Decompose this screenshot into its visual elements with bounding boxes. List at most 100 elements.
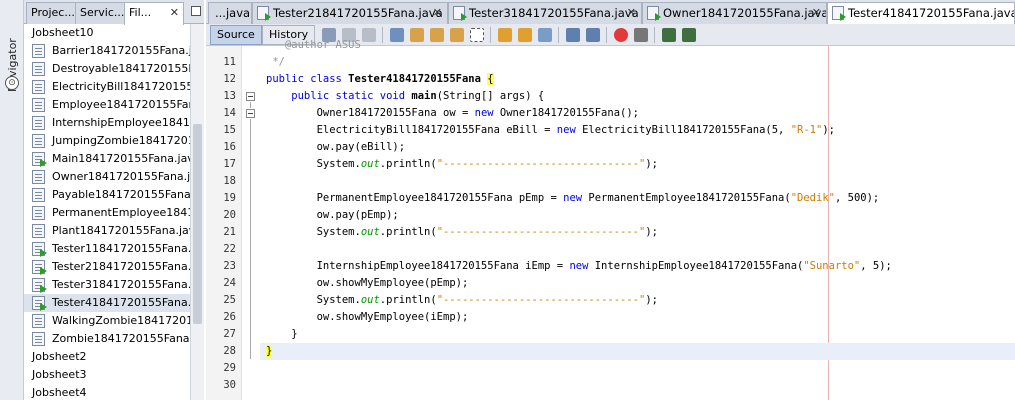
code-line: System.out.println("--------------------…	[266, 224, 658, 241]
code-keyword: new	[569, 260, 589, 272]
code-string: "Sunarto"	[803, 260, 861, 272]
code-text: ElectricityBill1841720155Fana(5,	[575, 124, 791, 136]
tree-item-label: JumpingZombie1841720155Fana.java	[52, 134, 190, 147]
find-next-icon[interactable]	[430, 28, 444, 42]
tree-item-jobsheet4[interactable]: Jobsheet4	[24, 384, 190, 400]
tree-item-jobsheet2[interactable]: Jobsheet2	[24, 348, 190, 366]
code-static-field: out	[360, 158, 380, 170]
code-text: System.	[266, 294, 361, 306]
tree-item-jobsheet3[interactable]: Jobsheet3	[24, 366, 190, 384]
code-text: );	[822, 124, 835, 136]
tree-scrollbar[interactable]	[190, 24, 204, 400]
forward-icon[interactable]	[362, 28, 376, 42]
find-icon[interactable]	[390, 28, 404, 42]
line-number: 24	[223, 277, 236, 289]
code-keyword: new	[563, 192, 583, 204]
current-line-highlight	[260, 343, 1015, 360]
tree-item-file[interactable]: Employee1841720155Fana.java	[24, 96, 190, 114]
tree-item-label: Plant1841720155Fana.java	[52, 224, 190, 237]
shift-right-icon[interactable]	[586, 28, 600, 42]
code-line: InternshipEmployee1841720155Fana iEmp = …	[266, 258, 892, 275]
code-text: .println(	[379, 158, 437, 170]
code-text: .println(	[379, 294, 437, 306]
tree-item-file[interactable]: Plant1841720155Fana.java	[24, 222, 190, 240]
code-text: Owner1841720155Fana ow =	[266, 107, 475, 119]
find-previous-icon[interactable]	[410, 28, 424, 42]
editor-tab-overflow[interactable]: ...java	[208, 2, 252, 24]
tree-item-label: Barrier1841720155Fana.java	[52, 44, 190, 57]
line-number: 13	[223, 90, 236, 102]
code-line: ow.showMyEmployee(iEmp);	[266, 311, 469, 323]
tree-item-file[interactable]: JumpingZombie1841720155Fana.java	[24, 132, 190, 150]
tree-item-file[interactable]: InternshipEmployee1841720155Fana.java	[24, 114, 190, 132]
code-line: ow.pay(eBill);	[266, 141, 406, 153]
close-icon[interactable]: ✕	[812, 3, 821, 23]
java-file-icon	[32, 332, 45, 346]
tree-item-file[interactable]: Owner1841720155Fana.java	[24, 168, 190, 186]
comment-icon[interactable]	[662, 28, 676, 42]
tree-item-label: PermanentEmployee1841720155Fana.java	[52, 206, 190, 219]
scrollbar-thumb[interactable]	[193, 124, 202, 324]
toggle-highlight-icon[interactable]	[470, 28, 484, 42]
tree-item-file[interactable]: Tester21841720155Fana.java	[24, 258, 190, 276]
code-keyword: new	[556, 124, 576, 136]
tab-services[interactable]: Servic...	[75, 2, 125, 24]
java-main-file-icon	[32, 260, 47, 275]
tree-item-file[interactable]: Tester31841720155Fana.java	[24, 276, 190, 294]
toggle-bookmark-icon[interactable]	[538, 28, 552, 42]
tree-item-file[interactable]: PermanentEmployee1841720155Fana.java	[24, 204, 190, 222]
tree-item-file[interactable]: Barrier1841720155Fana.java	[24, 42, 190, 60]
close-icon[interactable]: ✕	[170, 3, 179, 23]
code-string: "-------------------------------"	[436, 158, 646, 170]
start-macro-icon[interactable]	[614, 28, 628, 42]
close-icon[interactable]: ✕	[433, 3, 442, 23]
source-button[interactable]: Source	[210, 25, 262, 45]
shift-left-icon[interactable]	[566, 28, 580, 42]
fold-collapse-icon[interactable]	[246, 109, 255, 118]
java-file-icon	[32, 44, 45, 58]
tree-item-label: Tester21841720155Fana.java	[52, 260, 190, 273]
next-bookmark-icon[interactable]	[518, 28, 532, 42]
line-number: 11	[223, 56, 236, 68]
editor-tab-owner[interactable]: Owner1841720155Fana.java ✕	[642, 2, 827, 24]
line-number: 21	[223, 226, 236, 238]
code-editor[interactable]: 11 12 13 14 15 16 17 18 19 20 21 22 23 2…	[206, 39, 1015, 400]
uncomment-icon[interactable]	[682, 28, 696, 42]
tree-item-file[interactable]: Zombie1841720155Fana.java	[24, 330, 190, 348]
tree-item-file[interactable]: ElectricityBill1841720155Fana.java	[24, 78, 190, 96]
tree-item-jobsheet10[interactable]: Jobsheet10	[24, 24, 190, 42]
editor-tab-tester4[interactable]: Tester41841720155Fana.java	[827, 2, 1015, 25]
tree-item-label: WalkingZombie1841720155Fana.java	[52, 314, 190, 327]
files-panel: Projec... Servic... Fil... ✕ Jobsheet10 …	[24, 0, 204, 400]
java-file-icon	[32, 98, 45, 112]
close-icon[interactable]: ✕	[627, 3, 636, 23]
java-file-icon	[32, 170, 45, 184]
fold-collapse-icon[interactable]	[246, 92, 255, 101]
previous-bookmark-icon[interactable]	[498, 28, 512, 42]
restore-window-icon[interactable]	[191, 6, 201, 16]
tree-item-file[interactable]: Tester11841720155Fana.java	[24, 240, 190, 258]
code-string: "R-1"	[790, 124, 823, 136]
tab-projects[interactable]: Projec...	[26, 2, 76, 24]
find-selection-icon[interactable]	[450, 28, 464, 42]
tree-item-label: Tester31841720155Fana.java	[52, 278, 190, 291]
navigator-strip[interactable]: Navigator ⊙	[0, 0, 24, 400]
code-brace: {	[487, 73, 494, 85]
tree-item-file[interactable]: WalkingZombie1841720155Fana.java	[24, 312, 190, 330]
editor-tab-label: Tester21841720155Fana.java	[273, 6, 443, 20]
stop-macro-icon[interactable]	[634, 28, 648, 42]
code-line: public class Tester41841720155Fana {	[266, 71, 494, 88]
tree-item-file-selected[interactable]: Tester41841720155Fana.java	[24, 294, 190, 312]
tree-item-file[interactable]: Payable1841720155Fana.java	[24, 186, 190, 204]
code-keyword: new	[474, 107, 494, 119]
code-line: System.out.println("--------------------…	[266, 156, 658, 173]
tree-item-file[interactable]: Destroyable1841720155Fana.java	[24, 60, 190, 78]
tab-files[interactable]: Fil... ✕	[124, 2, 184, 25]
editor-tab-tester2[interactable]: Tester21841720155Fana.java ✕	[252, 2, 448, 24]
code-text: Owner1841720155Fana();	[493, 107, 639, 119]
java-file-icon	[32, 206, 45, 220]
navigator-tab[interactable]: Navigator	[4, 30, 20, 120]
editor-tab-tester3[interactable]: Tester31841720155Fana.java ✕	[448, 2, 642, 24]
line-number-gutter: 11 12 13 14 15 16 17 18 19 20 21 22 23 2…	[206, 46, 242, 400]
tree-item-file[interactable]: Main1841720155Fana.java	[24, 150, 190, 168]
